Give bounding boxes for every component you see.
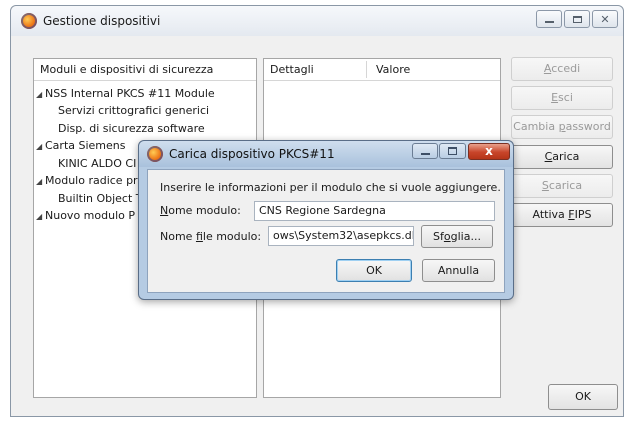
main-titlebar[interactable]: Gestione dispositivi ✕ xyxy=(11,6,623,36)
unload-button[interactable]: Scarica xyxy=(511,174,613,198)
column-separator[interactable] xyxy=(366,61,367,78)
browse-label-key: o xyxy=(443,230,451,243)
module-file-label-pre: Nome xyxy=(160,230,196,243)
minimize-icon xyxy=(544,20,554,23)
expanded-icon[interactable]: ◢ xyxy=(36,87,45,103)
dialog-minimize-button[interactable] xyxy=(412,143,438,159)
instructions-text: Inserire le informazioni per il modulo c… xyxy=(160,181,501,194)
dialog-close-button[interactable]: x xyxy=(468,143,510,160)
details-column-header[interactable]: Dettagli xyxy=(270,63,314,76)
close-button[interactable]: ✕ xyxy=(592,10,618,28)
enable-fips-label-pre: Attiva xyxy=(532,208,569,221)
details-header: Dettagli Valore xyxy=(264,59,500,81)
enable-fips-label-post: IPS xyxy=(574,208,592,221)
maximize-icon xyxy=(448,147,457,155)
value-column-header[interactable]: Valore xyxy=(376,63,410,76)
tree-item[interactable]: ◢ Nuovo modulo P xyxy=(36,208,135,224)
tree-item[interactable]: ◢ Carta Siemens xyxy=(36,138,126,154)
tree-item[interactable]: KINIC ALDO CI xyxy=(58,156,136,172)
logout-button[interactable]: Esci xyxy=(511,86,613,110)
tree-header-label: Moduli e dispositivi di sicurezza xyxy=(40,63,214,76)
change-password-button[interactable]: Cambia password xyxy=(511,115,613,139)
change-password-label-pre: Cambia xyxy=(513,120,559,133)
module-file-label: Nome file modulo: xyxy=(160,230,261,243)
browse-button[interactable]: Sfoglia... xyxy=(421,225,493,248)
firefox-icon xyxy=(21,13,37,29)
login-button[interactable]: Accedi xyxy=(511,57,613,81)
expanded-icon[interactable]: ◢ xyxy=(36,139,45,155)
minimize-icon xyxy=(421,153,430,155)
logout-label-post: sci xyxy=(558,91,573,104)
module-name-label: Nome modulo: xyxy=(160,204,241,217)
module-file-input[interactable]: ows\System32\asepkcs.dll xyxy=(268,226,414,246)
expanded-icon[interactable]: ◢ xyxy=(36,174,45,190)
dialog-ok-button[interactable]: OK xyxy=(336,259,412,282)
window-controls: ✕ xyxy=(536,10,618,28)
load-device-dialog: Carica dispositivo PKCS#11 x Inserire le… xyxy=(138,140,514,300)
dialog-body: Inserire le informazioni per il modulo c… xyxy=(147,169,505,293)
maximize-button[interactable] xyxy=(564,10,590,28)
firefox-icon xyxy=(147,146,163,162)
module-file-label-post: ile modulo: xyxy=(202,230,262,243)
tree-item-label: NSS Internal PKCS #11 Module xyxy=(45,87,215,100)
tree-item-label: Carta Siemens xyxy=(45,139,126,152)
login-label-post: ccedi xyxy=(551,62,581,75)
unload-label-post: carica xyxy=(548,179,583,192)
dialog-titlebar[interactable]: Carica dispositivo PKCS#11 x xyxy=(139,141,513,167)
tree-item[interactable]: Builtin Object T xyxy=(58,191,143,207)
close-icon: x xyxy=(485,144,493,158)
dialog-title: Carica dispositivo PKCS#11 xyxy=(169,147,335,161)
module-file-label-key: f xyxy=(195,230,203,243)
module-name-label-post: ome modulo: xyxy=(168,204,241,217)
dialog-cancel-button[interactable]: Annulla xyxy=(422,259,495,282)
tree-item-label: Servizi crittografici generici xyxy=(58,104,210,117)
tree-item[interactable]: ◢ Modulo radice pr xyxy=(36,173,138,189)
tree-item-label: Builtin Object T xyxy=(58,192,143,205)
module-name-input[interactable]: CNS Regione Sardegna xyxy=(254,201,495,221)
tree-column-header[interactable]: Moduli e dispositivi di sicurezza xyxy=(34,59,256,81)
maximize-icon xyxy=(572,15,582,23)
change-password-label-key: p xyxy=(558,120,566,133)
minimize-button[interactable] xyxy=(536,10,562,28)
tree-item-label: Nuovo modulo P xyxy=(45,209,135,222)
tree-item-label: Modulo radice pr xyxy=(45,174,138,187)
expanded-icon[interactable]: ◢ xyxy=(36,209,45,225)
dialog-maximize-button[interactable] xyxy=(439,143,466,159)
close-icon: ✕ xyxy=(600,12,610,26)
tree-item[interactable]: Disp. di sicurezza software xyxy=(58,121,205,137)
logout-label-key: E xyxy=(551,91,559,104)
tree-item-label: KINIC ALDO CI xyxy=(58,157,137,170)
enable-fips-button[interactable]: Attiva FIPS xyxy=(511,203,613,227)
tree-item[interactable]: Servizi crittografici generici xyxy=(58,103,209,119)
load-button[interactable]: Carica xyxy=(511,145,613,169)
main-ok-button[interactable]: OK xyxy=(548,384,618,410)
unload-label-key: S xyxy=(541,179,549,192)
window-title: Gestione dispositivi xyxy=(43,14,161,28)
tree-item[interactable]: ◢ NSS Internal PKCS #11 Module xyxy=(36,86,215,102)
tree-item-label: Disp. di sicurezza software xyxy=(58,122,205,135)
browse-label-post: glia... xyxy=(450,230,481,243)
load-label-post: arica xyxy=(552,150,580,163)
change-password-label-post: assword xyxy=(565,120,611,133)
module-name-label-key: N xyxy=(160,204,169,217)
browse-label-pre: Sf xyxy=(433,230,444,243)
